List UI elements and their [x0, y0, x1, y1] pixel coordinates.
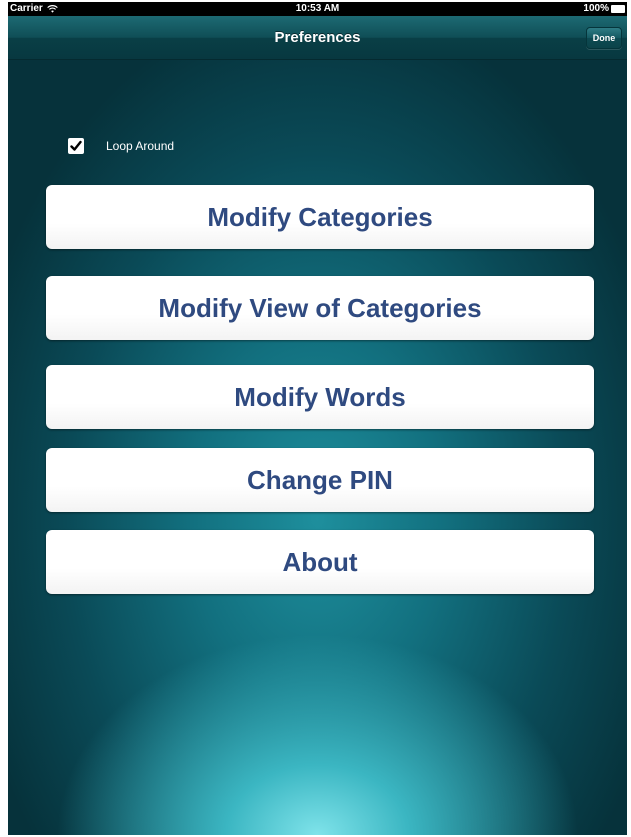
navigation-bar: Preferences Done [8, 16, 627, 60]
page-title: Preferences [274, 29, 361, 46]
device-screen: Carrier 10:53 AM 100% Preferences Done L… [8, 2, 627, 835]
battery-indicator: 100% [583, 3, 625, 14]
about-button[interactable]: About [46, 530, 594, 594]
battery-icon [611, 4, 625, 13]
modify-words-button[interactable]: Modify Words [46, 365, 594, 429]
loop-around-label: Loop Around [106, 139, 175, 153]
battery-percent: 100% [583, 3, 609, 14]
status-time: 10:53 AM [295, 3, 340, 14]
done-button[interactable]: Done [586, 27, 622, 49]
loop-around-checkbox[interactable] [68, 138, 84, 154]
modify-categories-button[interactable]: Modify Categories [46, 185, 594, 249]
change-pin-button[interactable]: Change PIN [46, 448, 594, 512]
checkmark-icon [70, 140, 82, 151]
status-bar: Carrier 10:53 AM 100% [8, 2, 627, 16]
loop-around-option[interactable]: Loop Around [68, 136, 174, 156]
modify-view-of-categories-button[interactable]: Modify View of Categories [46, 276, 594, 340]
